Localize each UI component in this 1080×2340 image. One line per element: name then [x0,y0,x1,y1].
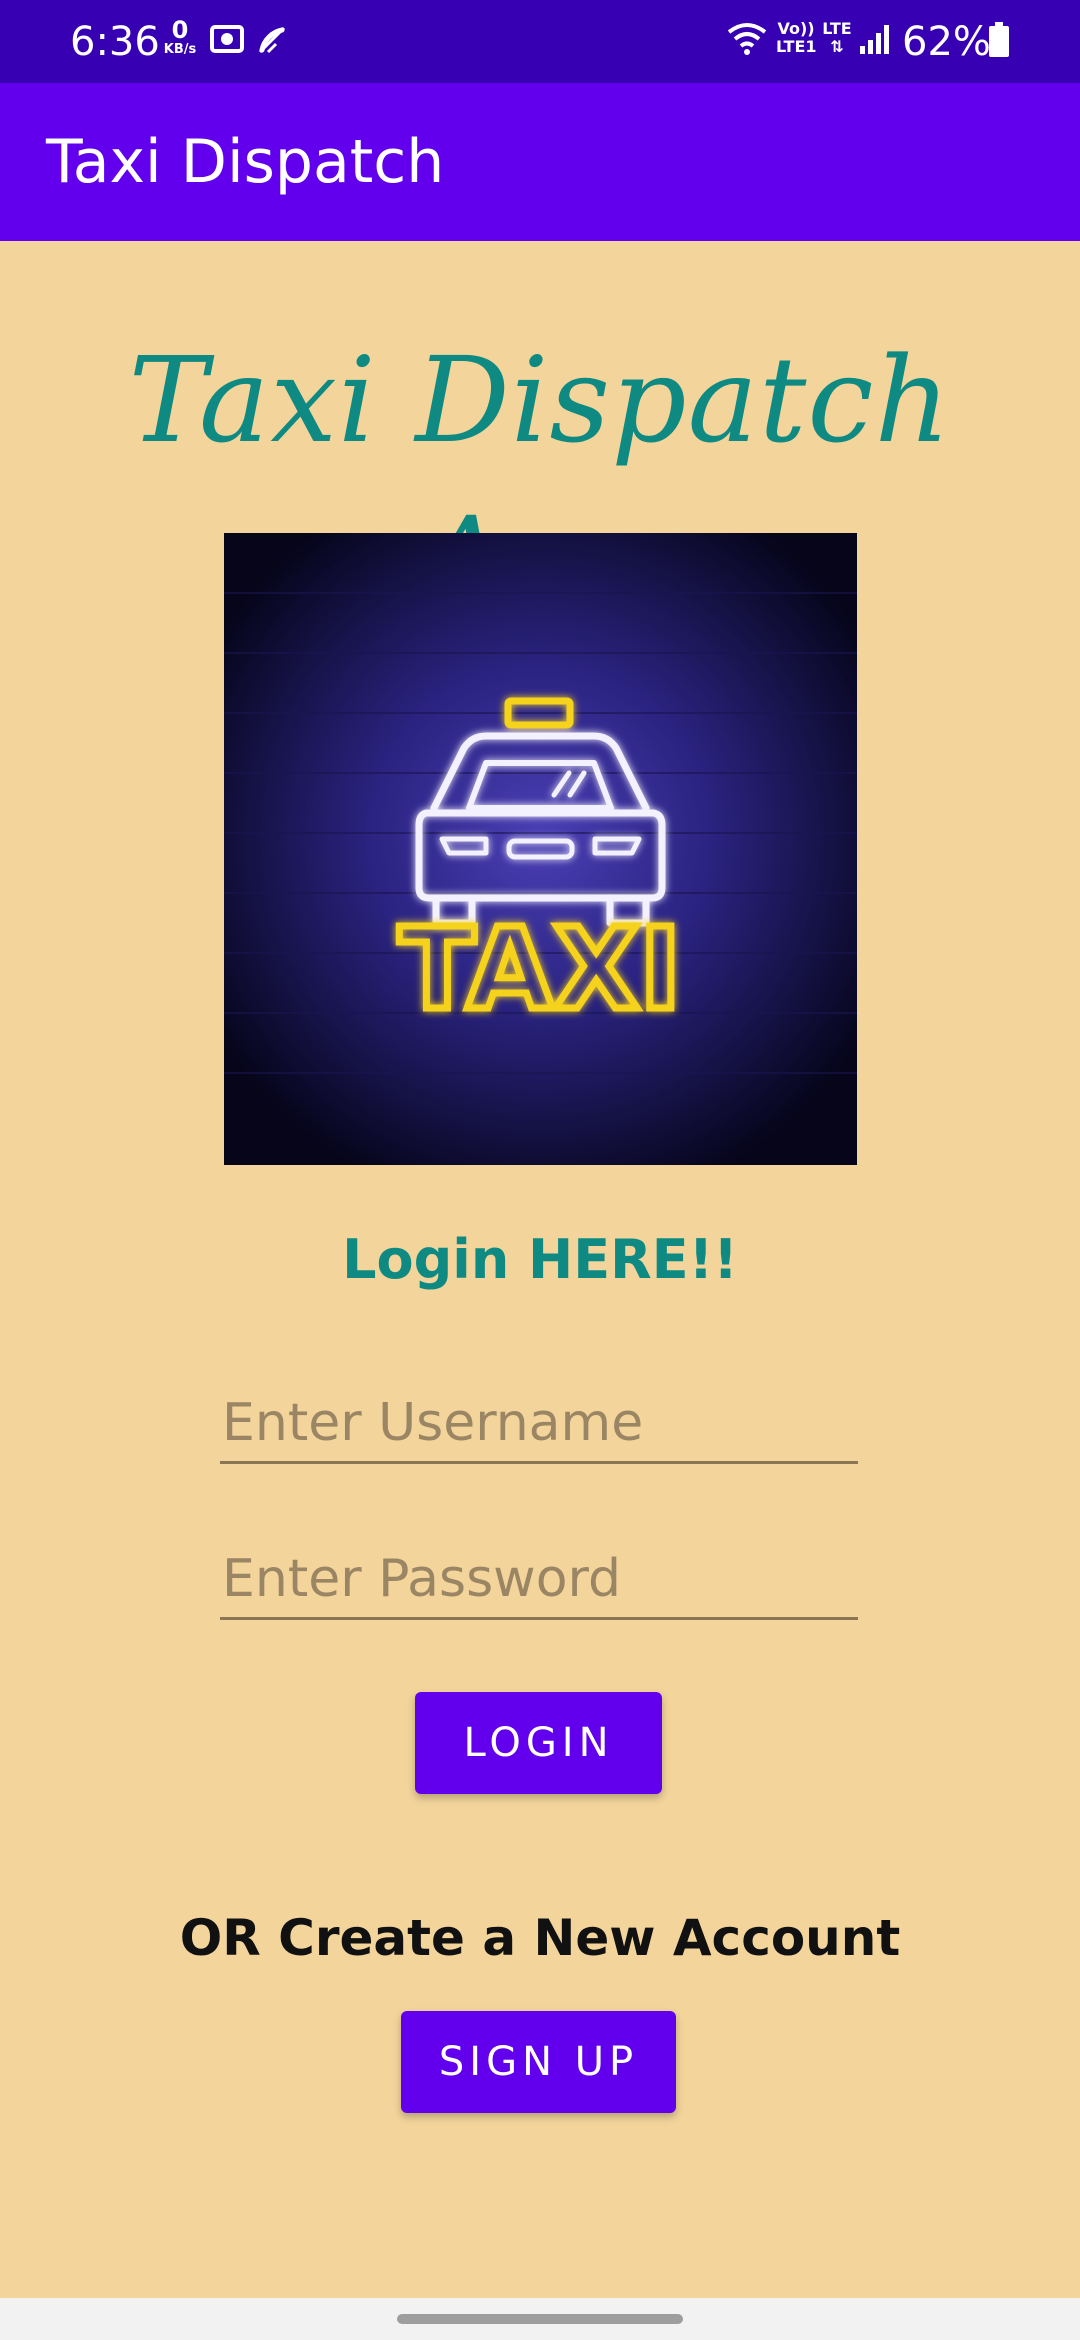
volte-label: Vo)) [777,19,815,38]
data-rate-value: 0 [171,16,189,44]
password-input[interactable] [220,1540,858,1620]
lte-arrows-icon: ⇅ [830,37,844,56]
username-input[interactable] [220,1384,858,1464]
login-heading: Login HERE!! [342,1228,738,1291]
taxi-neon-text: TAXI [399,905,681,1035]
lte-indicator: LTE ⇅ [820,20,854,56]
home-gesture-handle[interactable] [397,2314,683,2324]
app-bar-title: Taxi Dispatch [46,127,445,197]
volte-indicator: Vo)) LTE1 [776,19,817,56]
lte1-label: LTE1 [776,37,817,56]
battery-icon [988,22,1010,62]
status-time: 6:36 [70,19,160,65]
camera-icon [210,22,244,60]
navigation-bar [0,2298,1080,2340]
app-bar: Taxi Dispatch [0,83,1080,241]
login-button[interactable]: LOGIN [415,1692,662,1794]
taxi-logo-image: TAXI [224,533,857,1165]
battery-percent: 62% [902,19,991,65]
signup-button[interactable]: SIGN UP [401,2011,676,2113]
phone-muted-icon [254,22,290,62]
wifi-icon [726,20,768,60]
login-screen: 6:36 0 KB/s Vo)) LTE1 LTE ⇅ 62% Taxi Dis… [0,0,1080,2340]
data-rate-unit: KB/s [163,42,197,57]
signal-icon [858,22,892,60]
data-rate-indicator: 0 KB/s [158,18,202,58]
lte-label: LTE [822,19,852,38]
status-bar: 6:36 0 KB/s Vo)) LTE1 LTE ⇅ 62% [0,0,1080,83]
create-account-text: OR Create a New Account [179,1909,901,1967]
